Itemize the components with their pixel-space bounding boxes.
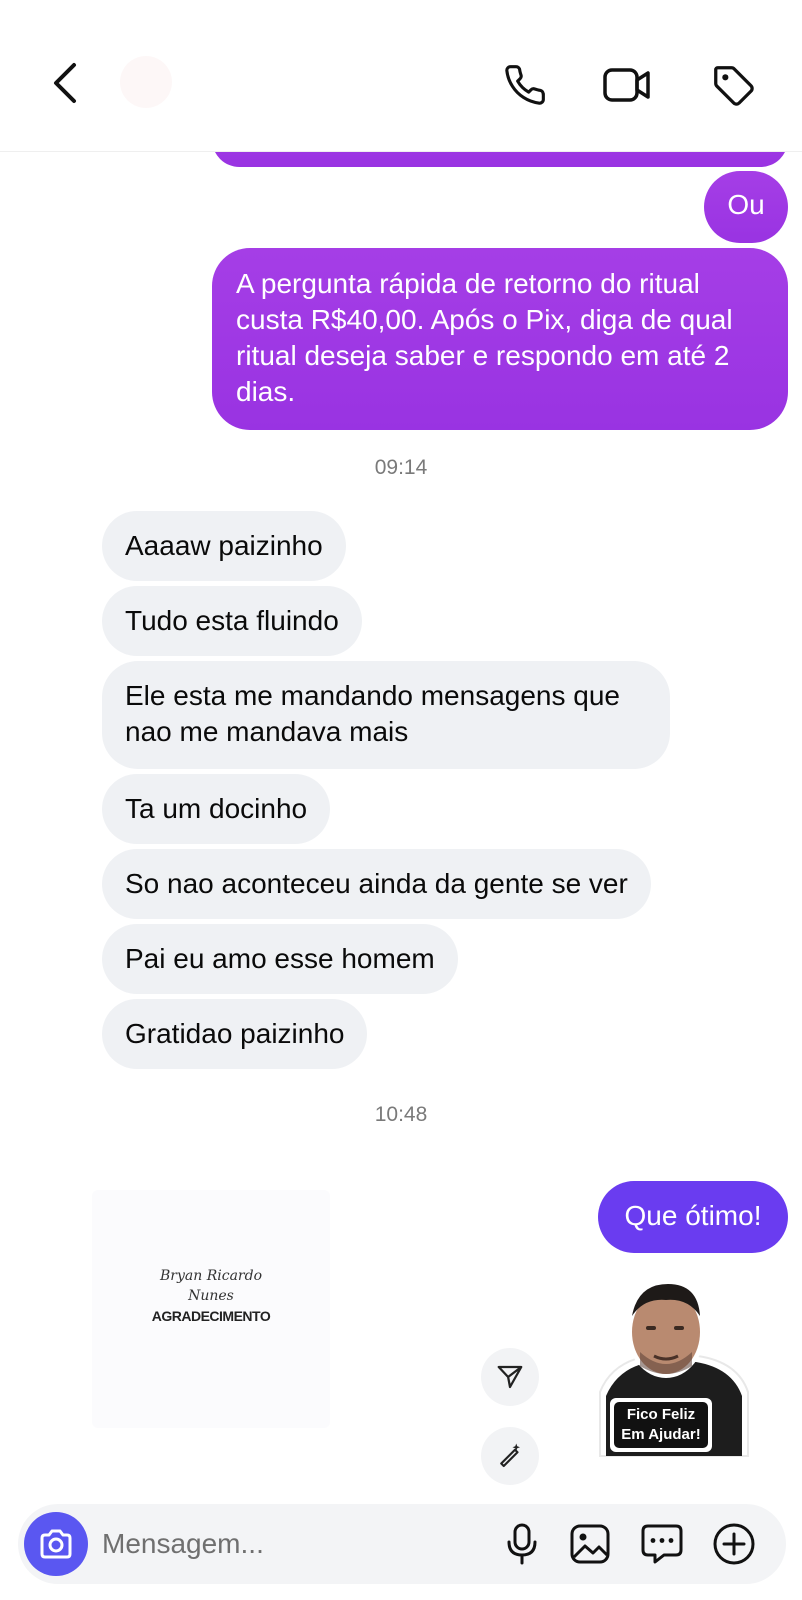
message-input[interactable] [102, 1524, 482, 1564]
video-call-button[interactable] [600, 58, 654, 112]
sticker-caption: Em Ajudar! [621, 1426, 701, 1443]
edit-button[interactable] [481, 1427, 539, 1485]
card-script-line: Bryan Ricardo [160, 1268, 262, 1284]
incoming-message[interactable]: Ta um docinho [102, 774, 331, 844]
sticker-caption: Fico Feliz [626, 1406, 696, 1423]
card-script-line: Nunes [188, 1288, 234, 1304]
paper-plane-icon [497, 1365, 523, 1389]
phone-icon [505, 65, 545, 105]
contact-avatar[interactable] [120, 56, 172, 108]
outgoing-message[interactable]: A pergunta rápida de retorno do ritual c… [212, 248, 788, 430]
microphone-icon [507, 1523, 537, 1565]
tag-icon [714, 66, 754, 106]
incoming-message[interactable]: Ele esta me mandando mensagens que nao m… [102, 661, 670, 769]
audio-call-button[interactable] [498, 58, 552, 112]
message-thread[interactable]: Ou A pergunta rápida de retorno do ritua… [0, 152, 802, 1492]
chat-options-button[interactable] [636, 1518, 688, 1570]
sticker[interactable]: Fico Feliz Em Ajudar! [588, 1272, 754, 1458]
magic-brush-icon [500, 1443, 520, 1468]
share-button[interactable] [481, 1348, 539, 1406]
shared-post-card[interactable]: Bryan Ricardo Nunes AGRADECIMENTO [92, 1190, 330, 1428]
image-icon [570, 1524, 610, 1564]
camera-icon [40, 1529, 72, 1559]
timestamp: 10:48 [374, 1103, 428, 1126]
plus-circle-icon [713, 1523, 755, 1565]
gallery-button[interactable] [564, 1518, 616, 1570]
tag-button[interactable] [706, 58, 760, 112]
incoming-message[interactable]: So nao aconteceu ainda da gente se ver [102, 849, 651, 919]
voice-message-button[interactable] [496, 1518, 548, 1570]
outgoing-message[interactable]: Que ótimo! [598, 1181, 788, 1253]
card-title: AGRADECIMENTO [151, 1308, 271, 1324]
outgoing-message[interactable]: Ou [704, 171, 788, 243]
camera-button[interactable] [24, 1512, 88, 1576]
outgoing-message-partial[interactable] [212, 152, 788, 167]
timestamp: 09:14 [374, 456, 428, 479]
incoming-message[interactable]: Aaaaw paizinho [102, 511, 346, 581]
more-options-button[interactable] [708, 1518, 760, 1570]
incoming-message[interactable]: Pai eu amo esse homem [102, 924, 458, 994]
incoming-message[interactable]: Tudo esta fluindo [102, 586, 362, 656]
incoming-message[interactable]: Gratidao paizinho [102, 999, 368, 1069]
message-composer [18, 1504, 786, 1584]
video-camera-icon [603, 68, 650, 102]
chat-header [0, 0, 802, 152]
chevron-left-icon [54, 63, 76, 103]
back-button[interactable] [40, 58, 90, 108]
chat-bubble-icon [641, 1524, 683, 1564]
